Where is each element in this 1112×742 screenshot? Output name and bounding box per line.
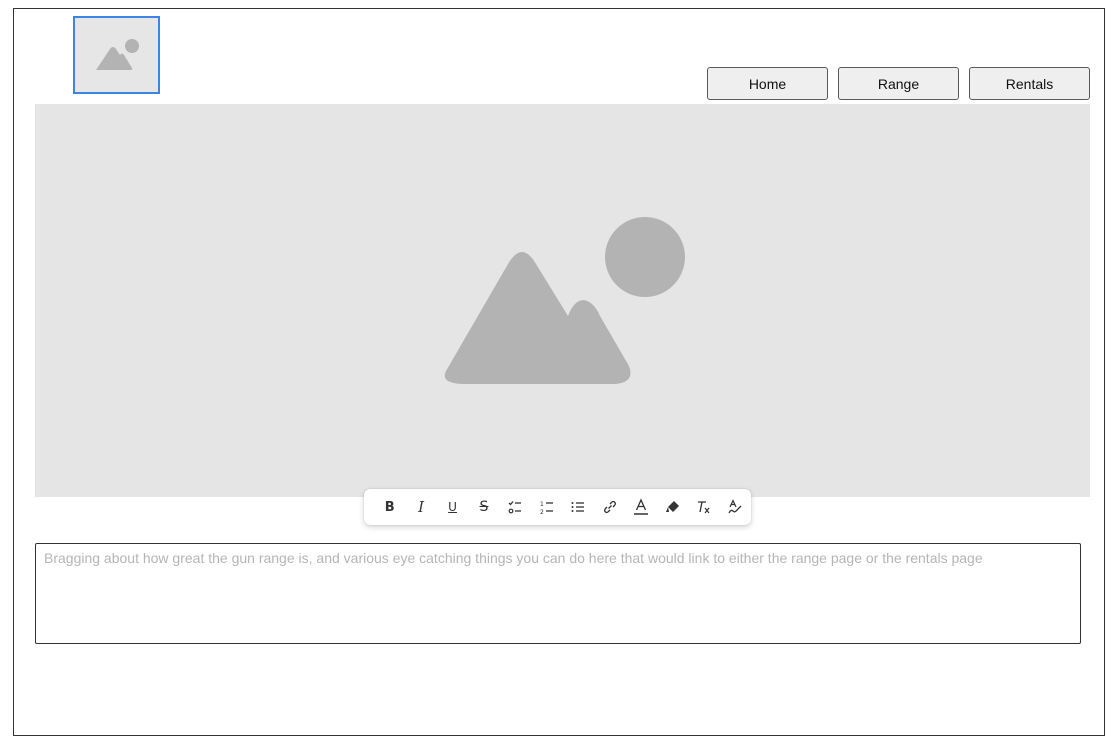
link-icon bbox=[603, 500, 616, 514]
formatting-toolbar: B I U S 1 2 bbox=[364, 489, 751, 525]
logo-image[interactable] bbox=[73, 16, 160, 94]
italic-icon: I bbox=[418, 498, 425, 516]
highlight-button[interactable] bbox=[657, 493, 688, 521]
bold-button[interactable]: B bbox=[374, 493, 405, 521]
strikethrough-button[interactable]: S bbox=[468, 493, 499, 521]
image-placeholder-icon bbox=[444, 217, 685, 384]
spellcheck-button[interactable] bbox=[720, 493, 751, 521]
content-textarea[interactable] bbox=[35, 543, 1081, 644]
bold-icon: B bbox=[384, 499, 395, 515]
checklist-icon bbox=[508, 501, 522, 514]
main-nav: Home Range Rentals bbox=[707, 67, 1090, 100]
checklist-button[interactable] bbox=[500, 493, 531, 521]
numbered-list-icon: 1 2 bbox=[540, 501, 553, 515]
strikethrough-icon: S bbox=[479, 499, 489, 515]
highlighter-icon bbox=[665, 501, 679, 512]
underline-icon: U bbox=[448, 500, 457, 514]
spellcheck-icon bbox=[728, 499, 742, 514]
clear-formatting-button[interactable] bbox=[688, 493, 719, 521]
rentals-button[interactable]: Rentals bbox=[969, 67, 1090, 100]
underline-button[interactable]: U bbox=[437, 493, 468, 521]
text-color-icon bbox=[634, 498, 649, 515]
svg-text:2: 2 bbox=[540, 509, 544, 515]
home-button[interactable]: Home bbox=[707, 67, 828, 100]
numbered-list-button[interactable]: 1 2 bbox=[531, 493, 562, 521]
hero-image bbox=[35, 104, 1090, 497]
bulleted-list-button[interactable] bbox=[563, 493, 594, 521]
clear-formatting-icon bbox=[697, 501, 710, 514]
bulleted-list-icon bbox=[571, 502, 585, 512]
svg-text:1: 1 bbox=[540, 501, 544, 508]
image-placeholder-icon bbox=[95, 39, 139, 70]
italic-button[interactable]: I bbox=[405, 493, 436, 521]
range-button[interactable]: Range bbox=[838, 67, 959, 100]
text-color-button[interactable] bbox=[625, 493, 656, 521]
link-button[interactable] bbox=[594, 493, 625, 521]
